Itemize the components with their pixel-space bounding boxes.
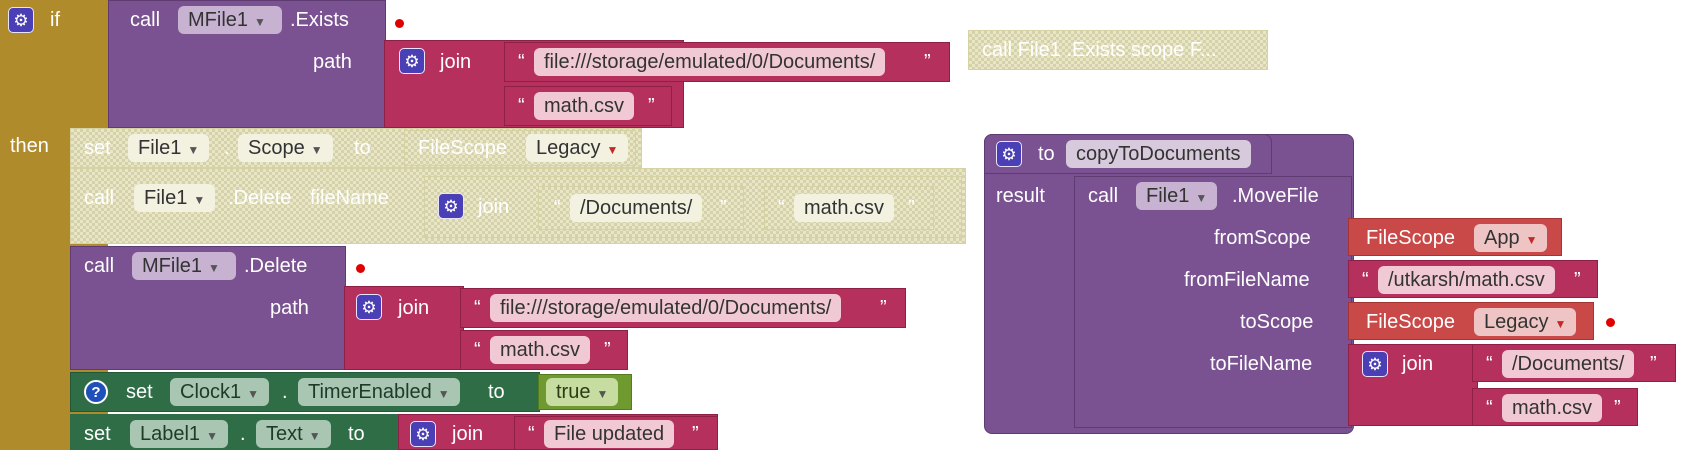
join-label: join <box>440 51 472 73</box>
method-label: .Delete <box>228 187 292 209</box>
gear-icon[interactable]: ⚙ <box>356 294 382 320</box>
join-label: join <box>452 423 484 445</box>
close-quote-icon: ” <box>880 297 887 319</box>
close-quote-icon: ” <box>924 51 931 73</box>
help-icon[interactable]: ? <box>84 380 108 404</box>
close-quote-icon: ” <box>1574 269 1581 291</box>
scope-dropdown-legacy[interactable]: Legacy ▼ <box>1474 308 1577 336</box>
close-quote-icon: ” <box>908 197 915 219</box>
component-dropdown-file1[interactable]: File1 ▼ <box>128 134 210 162</box>
warning-dot <box>356 264 365 273</box>
warning-dot <box>1606 318 1615 327</box>
component-dropdown-file1[interactable]: File1 ▼ <box>1136 182 1218 210</box>
dot-label: . <box>224 137 230 159</box>
string-field[interactable]: /Documents/ <box>1502 350 1635 378</box>
path-label: path <box>270 297 309 319</box>
procedure-name-field[interactable]: copyToDocuments <box>1066 140 1251 168</box>
call-label: call <box>130 9 161 31</box>
warning-dot <box>395 19 404 28</box>
from-filename-label: fromFileName <box>1184 269 1310 291</box>
dot-label: . <box>240 423 246 445</box>
scope-dropdown-app[interactable]: App ▼ <box>1474 224 1548 252</box>
set-label: set <box>84 423 111 445</box>
component-dropdown-label1[interactable]: Label1 ▼ <box>130 420 228 448</box>
open-quote-icon: “ <box>1486 353 1493 375</box>
disabled-exists-label: call File1 .Exists scope F... <box>982 39 1217 61</box>
string-field[interactable]: math.csv <box>794 194 895 222</box>
join-label: join <box>478 196 510 218</box>
filescope-label: FileScope <box>418 137 507 159</box>
string-field[interactable]: math.csv <box>490 336 591 364</box>
then-label: then <box>10 135 49 157</box>
method-label: .Delete <box>244 255 308 277</box>
string-field[interactable]: /utkarsh/math.csv <box>1378 266 1555 294</box>
component-dropdown-mfile1[interactable]: MFile1 ▼ <box>132 252 236 280</box>
call-label: call <box>1088 185 1119 207</box>
filescope-label: FileScope <box>1366 311 1455 333</box>
procedure-to-label: to <box>1038 143 1055 165</box>
string-field[interactable]: /Documents/ <box>570 194 703 222</box>
from-scope-label: fromScope <box>1214 227 1311 249</box>
property-dropdown-text[interactable]: Text ▼ <box>256 420 331 448</box>
call-label: call <box>84 255 115 277</box>
open-quote-icon: “ <box>528 423 535 445</box>
to-filename-label: toFileName <box>1210 353 1313 375</box>
close-quote-icon: ” <box>648 95 655 117</box>
to-label: to <box>348 423 365 445</box>
string-field[interactable]: math.csv <box>534 92 635 120</box>
gear-icon[interactable]: ⚙ <box>438 193 464 219</box>
boolean-dropdown-true[interactable]: true ▼ <box>546 378 619 406</box>
open-quote-icon: “ <box>474 339 481 361</box>
set-label: set <box>84 137 111 159</box>
to-scope-label: toScope <box>1240 311 1314 333</box>
close-quote-icon: ” <box>1650 353 1657 375</box>
param-label: fileName <box>310 187 389 209</box>
component-dropdown-file1[interactable]: File1 ▼ <box>134 184 216 212</box>
open-quote-icon: “ <box>474 297 481 319</box>
close-quote-icon: ” <box>692 423 699 445</box>
result-label: result <box>996 185 1045 207</box>
string-field[interactable]: file:///storage/emulated/0/Documents/ <box>490 294 842 322</box>
filescope-label: FileScope <box>1366 227 1455 249</box>
method-label: .MoveFile <box>1232 185 1319 207</box>
scope-dropdown-legacy[interactable]: Legacy ▼ <box>526 134 629 162</box>
open-quote-icon: “ <box>778 197 785 219</box>
gear-icon[interactable]: ⚙ <box>1362 351 1388 377</box>
close-quote-icon: ” <box>604 339 611 361</box>
join-label: join <box>398 297 430 319</box>
string-field[interactable]: file:///storage/emulated/0/Documents/ <box>534 48 886 76</box>
gear-icon[interactable]: ⚙ <box>996 141 1022 167</box>
property-dropdown-scope[interactable]: Scope ▼ <box>238 134 333 162</box>
property-dropdown-timerenabled[interactable]: TimerEnabled ▼ <box>298 378 460 406</box>
string-field[interactable]: File updated <box>544 420 675 448</box>
join-label: join <box>1402 353 1434 375</box>
open-quote-icon: “ <box>518 51 525 73</box>
if-label: if <box>50 9 60 31</box>
gear-icon[interactable]: ⚙ <box>8 7 34 33</box>
open-quote-icon: “ <box>1486 397 1493 419</box>
open-quote-icon: “ <box>554 197 561 219</box>
string-field[interactable]: math.csv <box>1502 394 1603 422</box>
close-quote-icon: ” <box>720 197 727 219</box>
gear-icon[interactable]: ⚙ <box>399 48 425 74</box>
open-quote-icon: “ <box>1362 269 1369 291</box>
dot-label: . <box>282 381 288 403</box>
call-label: call <box>84 187 115 209</box>
component-dropdown-mfile1[interactable]: MFile1 ▼ <box>178 6 282 34</box>
method-label: .Exists <box>290 9 349 31</box>
to-label: to <box>488 381 505 403</box>
set-label: set <box>126 381 153 403</box>
path-label: path <box>313 51 352 73</box>
to-label: to <box>354 137 371 159</box>
close-quote-icon: ” <box>1614 397 1621 419</box>
file-movefile-call-block[interactable] <box>1074 176 1352 428</box>
component-dropdown-clock1[interactable]: Clock1 ▼ <box>170 378 270 406</box>
gear-icon[interactable]: ⚙ <box>410 421 436 447</box>
open-quote-icon: “ <box>518 95 525 117</box>
